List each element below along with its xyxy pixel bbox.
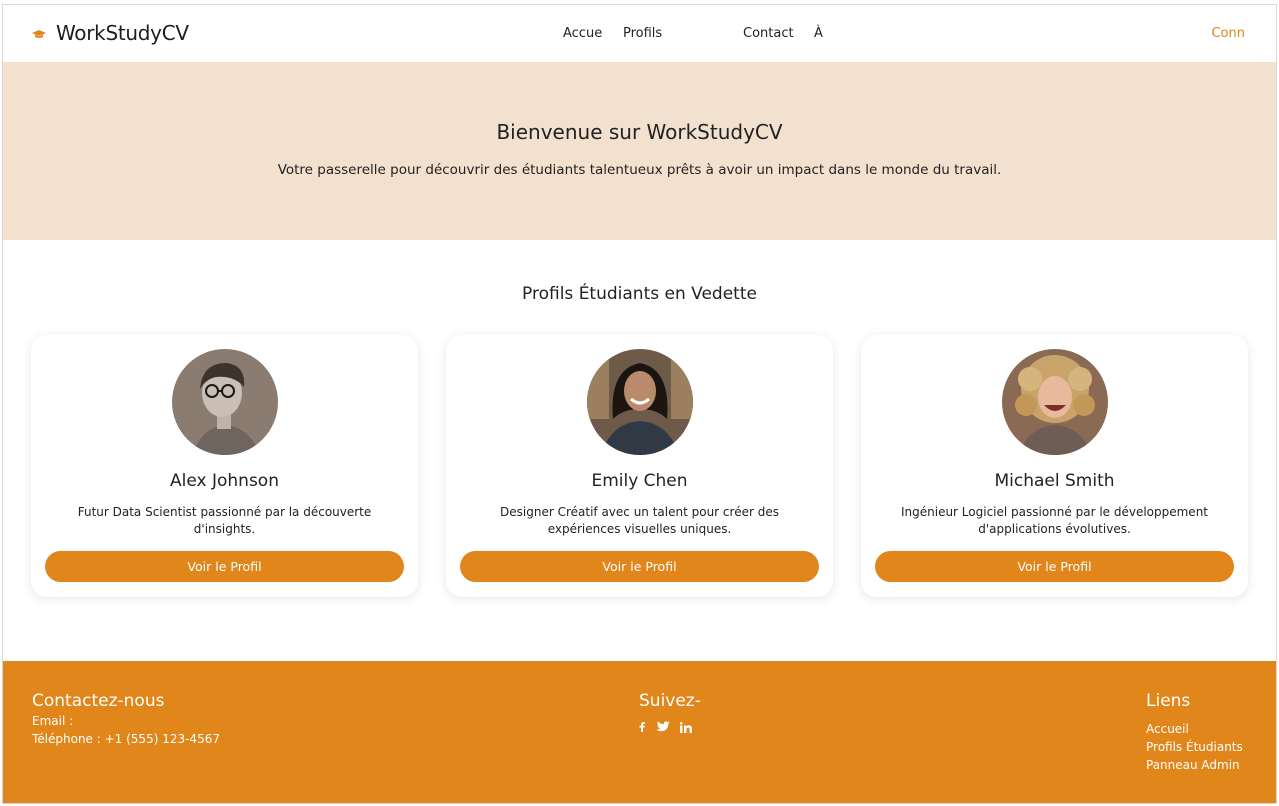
avatar [1001, 349, 1108, 455]
page: WorkStudyCV Accue Profils Contact À Conn… [2, 4, 1277, 804]
facebook-icon[interactable] [639, 722, 645, 732]
profile-description: Futur Data Scientist passionné par la dé… [77, 505, 372, 536]
profile-name: Michael Smith [994, 471, 1115, 491]
graduation-cap-icon [32, 26, 46, 40]
footer-contact: Contactez-nous Email : Téléphone : +1 (5… [32, 691, 220, 748]
footer-follow-title: Suivez- [639, 691, 701, 711]
footer-follow: Suivez- [639, 691, 701, 733]
social-links [639, 721, 701, 733]
profile-card: Alex Johnson Futur Data Scientist passio… [31, 335, 418, 597]
avatar [171, 349, 278, 455]
profile-name: Emily Chen [591, 471, 688, 491]
linkedin-icon[interactable] [680, 721, 692, 733]
hero-subtitle: Votre passerelle pour découvrir des étud… [277, 162, 1002, 178]
profile-card: Emily Chen Designer Créatif avec un tale… [446, 335, 833, 597]
nav-contact[interactable]: Contact [743, 26, 794, 41]
login-link[interactable]: Conn [1211, 26, 1245, 41]
nav-about[interactable]: À [814, 26, 823, 41]
footer-link-profiles[interactable]: Profils Étudiants [1146, 738, 1243, 756]
footer-links-title: Liens [1146, 691, 1191, 711]
view-profile-button[interactable]: Voir le Profil [875, 551, 1234, 582]
footer-phone: Téléphone : +1 (555) 123-4567 [32, 732, 220, 746]
footer-links: Liens Accueil Profils Étudiants Panneau … [1146, 691, 1243, 774]
featured-title: Profils Étudiants en Vedette [522, 284, 757, 304]
view-profile-button[interactable]: Voir le Profil [45, 551, 404, 582]
footer-link-admin[interactable]: Panneau Admin [1146, 756, 1243, 774]
twitter-icon[interactable] [655, 721, 670, 733]
profile-name: Alex Johnson [170, 471, 279, 491]
nav-profiles[interactable]: Profils [623, 26, 662, 41]
footer-email: Email : [32, 714, 74, 728]
profile-description: Designer Créatif avec un talent pour cré… [500, 505, 779, 536]
footer: Contactez-nous Email : Téléphone : +1 (5… [3, 661, 1276, 803]
profile-description: Ingénieur Logiciel passionné par le déve… [900, 505, 1209, 536]
hero-title: Bienvenue sur WorkStudyCV [496, 120, 783, 144]
nav-home[interactable]: Accue [563, 26, 602, 41]
view-profile-button[interactable]: Voir le Profil [460, 551, 819, 582]
brand[interactable]: WorkStudyCV [32, 21, 189, 45]
avatar [586, 349, 693, 455]
brand-name: WorkStudyCV [56, 21, 189, 45]
footer-contact-title: Contactez-nous [32, 691, 165, 711]
profile-card: Michael Smith Ingénieur Logiciel passion… [861, 335, 1248, 597]
hero-section: Bienvenue sur WorkStudyCV Votre passerel… [3, 62, 1276, 240]
footer-link-home[interactable]: Accueil [1146, 720, 1243, 738]
top-navbar: WorkStudyCV Accue Profils Contact À Conn [3, 5, 1276, 62]
